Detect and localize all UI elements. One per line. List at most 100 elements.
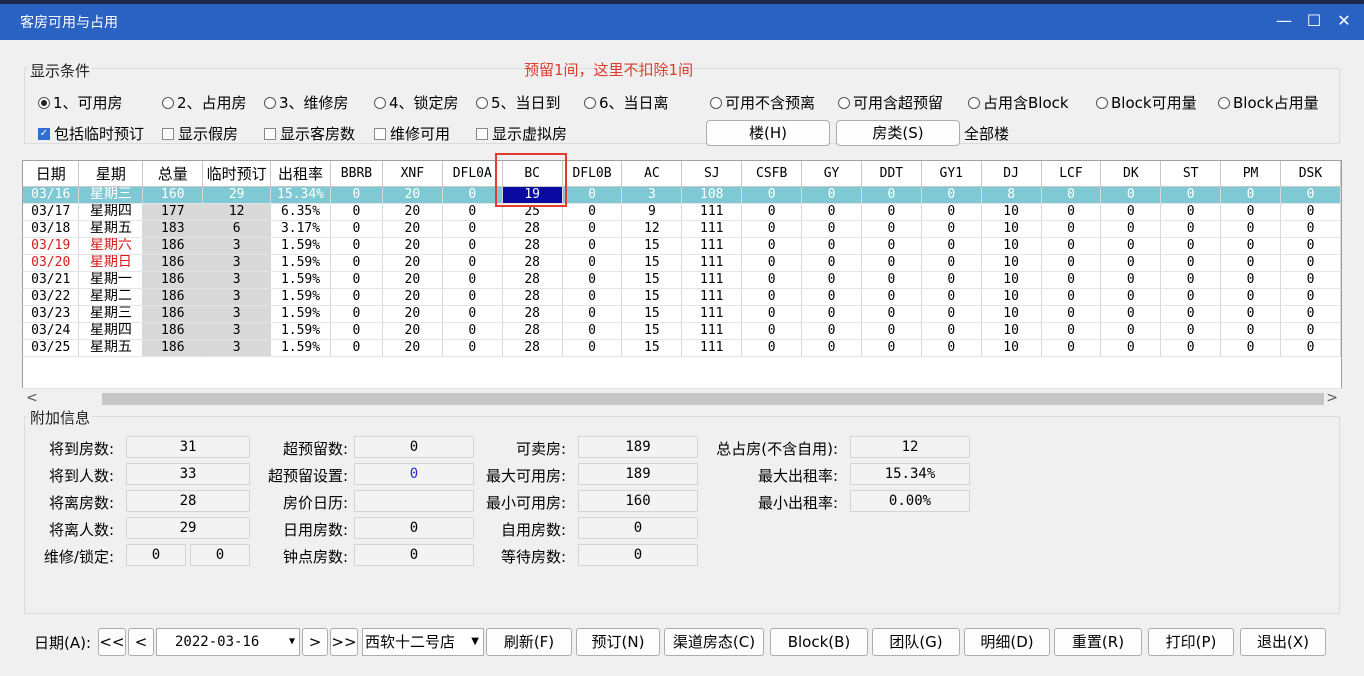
table-cell[interactable]: 0 bbox=[861, 322, 922, 340]
table-cell[interactable]: 0 bbox=[861, 237, 922, 255]
column-header[interactable]: SJ bbox=[681, 161, 743, 187]
table-cell[interactable]: 0 bbox=[330, 254, 383, 272]
column-header[interactable]: GY1 bbox=[921, 161, 982, 187]
table-cell[interactable]: 03/20 bbox=[23, 254, 80, 272]
table-cell[interactable]: 0 bbox=[562, 288, 623, 306]
table-cell[interactable]: 0 bbox=[562, 186, 623, 204]
radio-circle-icon[interactable] bbox=[1218, 96, 1230, 109]
table-cell[interactable]: 10 bbox=[981, 237, 1042, 255]
table-cell[interactable]: 0 bbox=[861, 288, 922, 306]
table-cell[interactable]: 0 bbox=[921, 271, 982, 289]
table-cell[interactable]: 111 bbox=[681, 220, 743, 238]
table-cell[interactable]: 0 bbox=[562, 339, 623, 357]
table-cell[interactable]: 0 bbox=[562, 203, 623, 221]
table-cell[interactable]: 03/23 bbox=[23, 305, 80, 323]
table-cell[interactable]: 星期五 bbox=[78, 339, 144, 357]
checkbox-icon[interactable] bbox=[374, 127, 386, 140]
table-cell[interactable]: 0 bbox=[562, 254, 623, 272]
table-cell[interactable]: 0 bbox=[921, 254, 982, 272]
radio-option[interactable]: 占用含Block bbox=[968, 92, 1069, 113]
column-header[interactable]: CSFB bbox=[741, 161, 803, 187]
table-cell[interactable]: 0 bbox=[861, 254, 922, 272]
table-row[interactable]: 03/19 星期六 186 3 1.59% 0 20 0 28 0 15 111 0 0 0 0 10 0 0 0 0 0 bbox=[23, 237, 1341, 255]
table-cell[interactable]: 0 bbox=[801, 339, 862, 357]
table-cell[interactable]: 0 bbox=[1100, 186, 1162, 204]
table-cell[interactable]: 186 bbox=[142, 237, 204, 255]
table-cell[interactable]: 0 bbox=[1160, 339, 1222, 357]
table-cell[interactable]: 0 bbox=[801, 203, 862, 221]
table-cell[interactable]: 10 bbox=[981, 288, 1042, 306]
table-cell[interactable]: 15 bbox=[621, 322, 683, 340]
table-cell[interactable]: 星期四 bbox=[78, 322, 144, 340]
radio-option[interactable]: 可用含超预留 bbox=[838, 92, 943, 113]
table-cell[interactable]: 0 bbox=[1280, 322, 1341, 340]
table-cell[interactable]: 186 bbox=[142, 288, 204, 306]
table-cell[interactable]: 星期二 bbox=[78, 288, 144, 306]
table-cell[interactable]: 0 bbox=[1160, 237, 1222, 255]
table-cell[interactable]: 0 bbox=[330, 220, 383, 238]
table-cell[interactable]: 星期三 bbox=[78, 305, 144, 323]
table-cell[interactable]: 6.35% bbox=[270, 203, 331, 221]
table-cell[interactable]: 0 bbox=[1160, 220, 1222, 238]
table-cell[interactable]: 20 bbox=[382, 288, 443, 306]
radio-option[interactable]: 2、占用房 bbox=[162, 92, 247, 113]
table-cell[interactable]: 0 bbox=[801, 288, 862, 306]
table-cell[interactable]: 0 bbox=[442, 339, 503, 357]
table-cell[interactable]: 星期六 bbox=[78, 237, 144, 255]
column-header[interactable]: DSK bbox=[1280, 161, 1341, 187]
table-cell[interactable]: 03/19 bbox=[23, 237, 80, 255]
table-cell[interactable]: 0 bbox=[562, 305, 623, 323]
table-row[interactable]: 03/17 星期四 177 12 6.35% 0 20 0 25 0 9 111 0 0 0 0 10 0 0 0 0 0 bbox=[23, 203, 1341, 221]
table-cell[interactable]: 0 bbox=[801, 237, 862, 255]
table-cell[interactable]: 0 bbox=[1160, 203, 1222, 221]
table-cell[interactable]: 0 bbox=[861, 203, 922, 221]
block-button[interactable]: Block(B) bbox=[770, 628, 868, 656]
table-cell[interactable]: 0 bbox=[442, 322, 503, 340]
table-cell[interactable]: 0 bbox=[330, 271, 383, 289]
table-cell[interactable]: 0 bbox=[1220, 203, 1281, 221]
table-cell[interactable]: 03/22 bbox=[23, 288, 80, 306]
table-cell[interactable]: 3 bbox=[202, 288, 272, 306]
table-cell[interactable]: 20 bbox=[382, 220, 443, 238]
table-cell[interactable]: 0 bbox=[1041, 271, 1102, 289]
table-cell[interactable]: 20 bbox=[382, 271, 443, 289]
checkbox-option[interactable]: 显示假房 bbox=[162, 123, 238, 144]
column-header[interactable]: BBRB bbox=[330, 161, 383, 187]
chevron-down-icon[interactable]: ▼ bbox=[289, 629, 295, 655]
table-cell[interactable]: 0 bbox=[741, 271, 803, 289]
table-cell[interactable]: 177 bbox=[142, 203, 204, 221]
radio-option[interactable]: Block可用量 bbox=[1096, 92, 1197, 113]
table-cell[interactable]: 1.59% bbox=[270, 271, 331, 289]
table-cell[interactable]: 20 bbox=[382, 322, 443, 340]
table-cell[interactable]: 0 bbox=[1220, 305, 1281, 323]
table-cell[interactable]: 1.59% bbox=[270, 339, 331, 357]
table-cell[interactable]: 20 bbox=[382, 339, 443, 357]
table-cell[interactable]: 186 bbox=[142, 322, 204, 340]
column-header[interactable]: 日期 bbox=[23, 161, 80, 187]
maximize-button[interactable]: ☐ bbox=[1300, 8, 1328, 34]
radio-circle-icon[interactable] bbox=[584, 96, 596, 109]
table-cell[interactable]: 186 bbox=[142, 254, 204, 272]
radio-option[interactable]: 6、当日离 bbox=[584, 92, 669, 113]
table-cell[interactable]: 0 bbox=[1100, 339, 1162, 357]
print-button[interactable]: 打印(P) bbox=[1148, 628, 1234, 656]
table-cell[interactable]: 0 bbox=[801, 254, 862, 272]
checkbox-icon[interactable] bbox=[476, 127, 488, 140]
table-cell[interactable]: 0 bbox=[741, 254, 803, 272]
table-cell[interactable]: 1.59% bbox=[270, 237, 331, 255]
table-cell[interactable]: 0 bbox=[1280, 305, 1341, 323]
table-cell[interactable]: 0 bbox=[921, 220, 982, 238]
checkbox-icon[interactable] bbox=[162, 127, 174, 140]
table-cell[interactable]: 0 bbox=[1280, 203, 1341, 221]
table-cell[interactable]: 0 bbox=[330, 305, 383, 323]
table-cell[interactable]: 28 bbox=[502, 322, 563, 340]
table-cell[interactable]: 0 bbox=[861, 186, 922, 204]
table-cell[interactable]: 0 bbox=[1220, 254, 1281, 272]
table-cell[interactable]: 111 bbox=[681, 203, 743, 221]
channel-status-button[interactable]: 渠道房态(C) bbox=[664, 628, 764, 656]
table-cell[interactable]: 0 bbox=[442, 305, 503, 323]
table-cell[interactable]: 3 bbox=[202, 339, 272, 357]
table-cell[interactable]: 0 bbox=[1280, 220, 1341, 238]
minimize-button[interactable]: — bbox=[1270, 8, 1298, 34]
checkbox-option[interactable]: 显示客房数 bbox=[264, 123, 355, 144]
